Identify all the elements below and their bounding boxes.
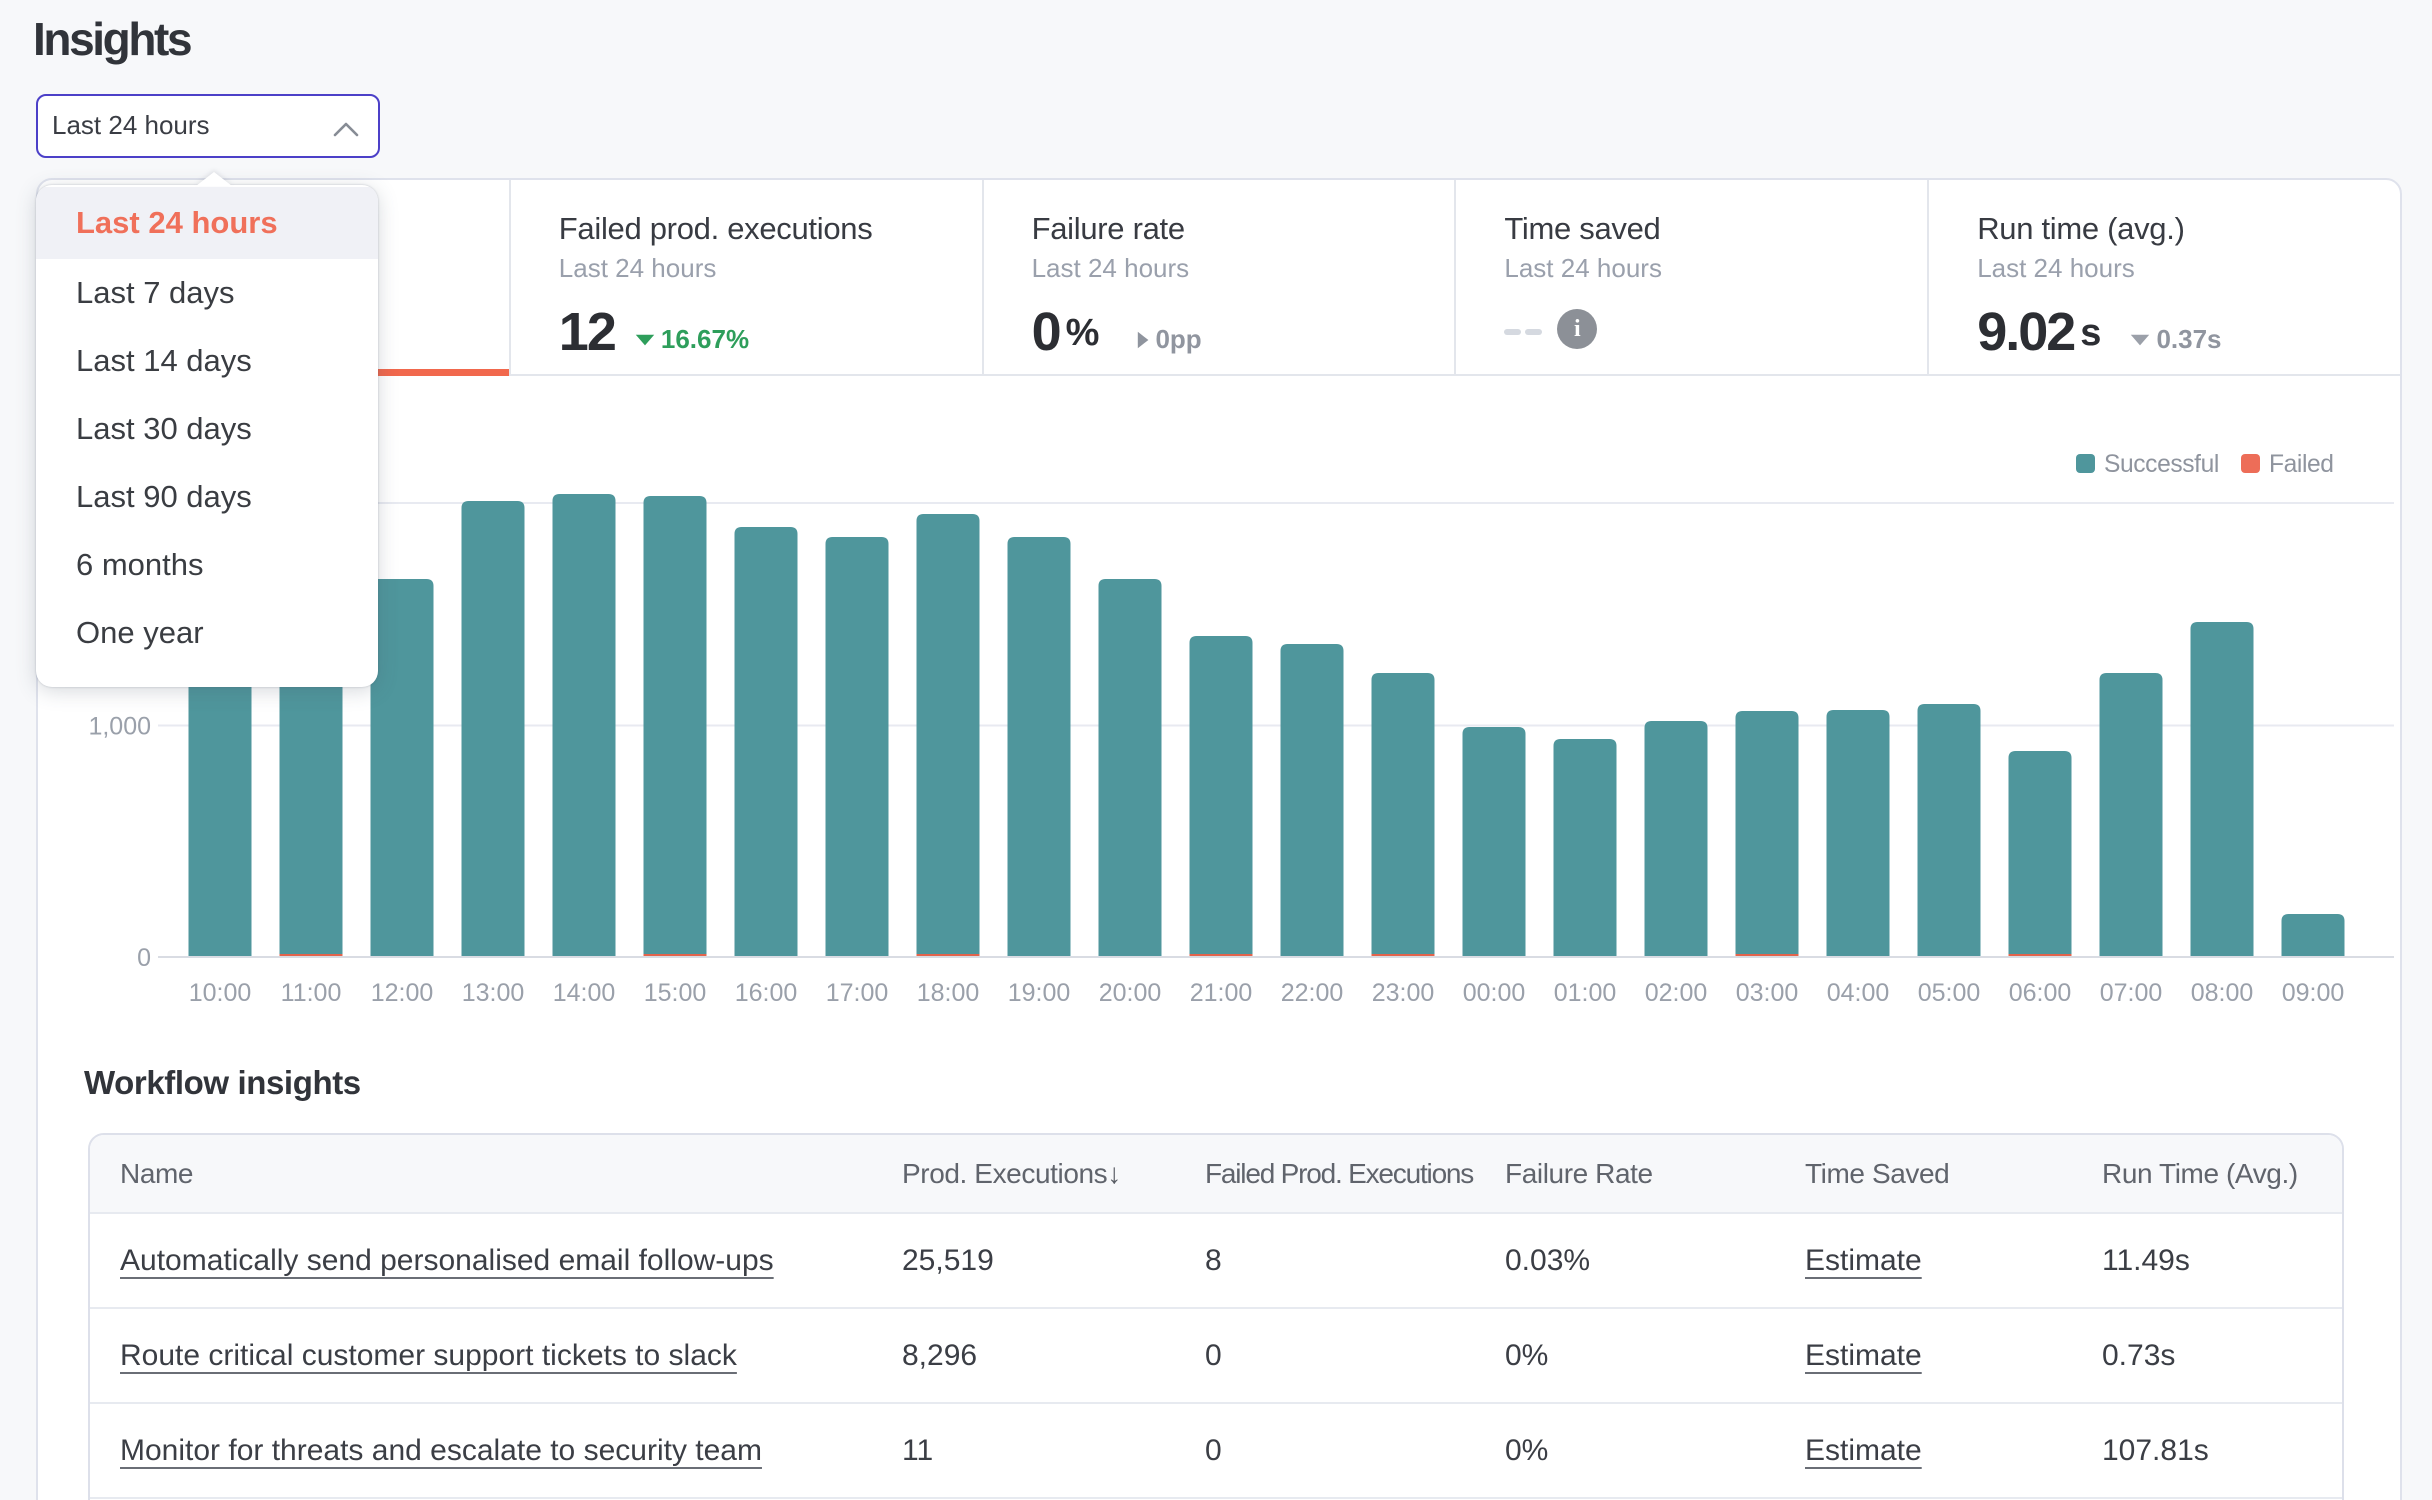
svg-text:09:00: 09:00 [2282, 979, 2345, 1007]
svg-text:05:00: 05:00 [1918, 979, 1981, 1007]
svg-text:17:00: 17:00 [826, 979, 889, 1007]
svg-text:18:00: 18:00 [917, 979, 980, 1007]
svg-text:04:00: 04:00 [1827, 979, 1890, 1007]
svg-text:06:00: 06:00 [2009, 979, 2072, 1007]
svg-text:Failed: Failed [2269, 451, 2334, 478]
svg-text:16:00: 16:00 [735, 979, 798, 1007]
svg-text:01:00: 01:00 [1554, 979, 1617, 1007]
svg-text:23:00: 23:00 [1372, 979, 1435, 1007]
svg-text:07:00: 07:00 [2100, 979, 2163, 1007]
svg-text:08:00: 08:00 [2191, 979, 2254, 1007]
svg-text:12:00: 12:00 [371, 979, 434, 1007]
svg-text:00:00: 00:00 [1463, 979, 1526, 1007]
svg-text:11:00: 11:00 [281, 979, 342, 1007]
svg-text:15:00: 15:00 [644, 979, 707, 1007]
svg-text:02:00: 02:00 [1645, 979, 1708, 1007]
svg-text:10:00: 10:00 [189, 979, 252, 1007]
svg-text:0: 0 [137, 944, 151, 972]
svg-text:22:00: 22:00 [1281, 979, 1344, 1007]
svg-text:1,000: 1,000 [88, 713, 151, 741]
svg-text:13:00: 13:00 [462, 979, 525, 1007]
svg-text:03:00: 03:00 [1736, 979, 1799, 1007]
svg-text:Successful: Successful [2104, 451, 2219, 478]
svg-text:14:00: 14:00 [553, 979, 616, 1007]
svg-text:20:00: 20:00 [1099, 979, 1162, 1007]
svg-text:19:00: 19:00 [1008, 979, 1071, 1007]
svg-text:21:00: 21:00 [1190, 979, 1253, 1007]
